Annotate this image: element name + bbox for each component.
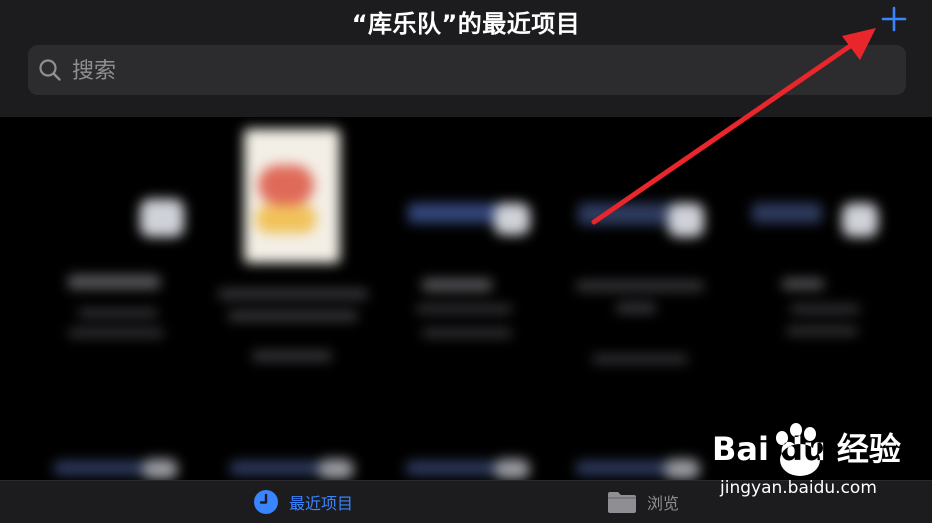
project-tile[interactable] (218, 125, 373, 375)
clock-icon (254, 490, 278, 514)
navigation-header: “库乐队”的最近项目 (0, 0, 932, 117)
baidu-watermark: Bai du 经验 jingyan.baidu.com (712, 420, 912, 500)
plus-icon (881, 6, 907, 32)
tab-label: 最近项目 (289, 494, 354, 513)
watermark-url: jingyan.baidu.com (720, 478, 877, 498)
project-tile[interactable] (746, 197, 896, 357)
page-title: “库乐队”的最近项目 (351, 10, 581, 38)
project-tile[interactable] (50, 457, 190, 480)
watermark-brand: Bai du 经验 (712, 430, 901, 468)
project-tile[interactable] (402, 457, 542, 480)
search-input[interactable] (70, 53, 894, 89)
tab-label: 浏览 (647, 494, 680, 513)
project-tile[interactable] (572, 457, 712, 480)
tab-recent-projects[interactable]: 最近项目 (253, 481, 353, 523)
project-tile[interactable] (226, 457, 366, 480)
project-tile[interactable] (402, 197, 542, 357)
folder-icon (608, 492, 636, 513)
project-tile[interactable] (60, 177, 190, 357)
project-tile[interactable] (572, 197, 717, 377)
search-icon (39, 59, 61, 81)
tab-browse[interactable]: 浏览 (607, 481, 679, 523)
add-button[interactable] (878, 3, 910, 35)
search-bar[interactable] (28, 45, 906, 95)
